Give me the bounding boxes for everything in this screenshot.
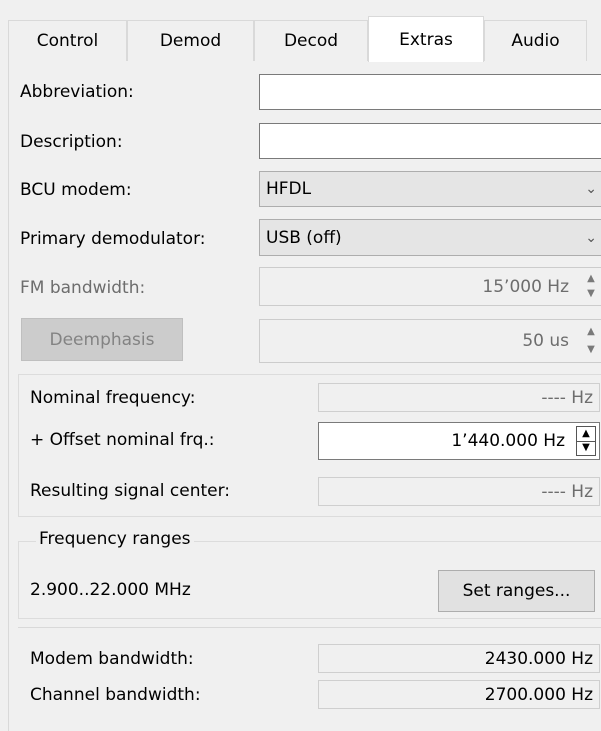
description-input[interactable]	[259, 123, 601, 159]
spin-up-down-icon[interactable]: ▲ ▼	[582, 323, 600, 359]
fm-bandwidth-spinbox[interactable]: 15’000 Hz ▲ ▼	[259, 267, 601, 306]
resulting-signal-field: ---- Hz	[318, 477, 600, 506]
deemphasis-value: 50 us	[522, 331, 569, 351]
frequency-range-text: 2.900..22.000 MHz	[30, 580, 191, 600]
channel-bandwidth-label: Channel bandwidth:	[30, 685, 201, 705]
fm-bandwidth-value: 15’000 Hz	[482, 276, 569, 297]
tab-audio[interactable]: Audio	[484, 20, 587, 61]
deemphasis-button[interactable]: Deemphasis	[21, 318, 183, 361]
primary-demod-select[interactable]: USB (off) ⌄	[259, 219, 601, 256]
tab-label: Audio	[511, 31, 560, 51]
primary-demod-value: USB (off)	[266, 227, 342, 248]
tab-label: Control	[36, 31, 99, 51]
modem-bandwidth-value: 2430.000 Hz	[484, 648, 593, 669]
spin-up-down-icon[interactable]: ▲ ▼	[582, 271, 600, 302]
channel-bandwidth-field: 2700.000 Hz	[318, 680, 600, 709]
resulting-signal-value: ---- Hz	[541, 481, 593, 502]
offset-value: 1’440.000 Hz	[451, 431, 565, 451]
tab-decod[interactable]: Decod	[254, 20, 368, 61]
bandwidth-separator	[18, 627, 601, 628]
bcu-modem-select[interactable]: HFDL ⌄	[259, 171, 601, 207]
description-label: Description:	[20, 132, 123, 152]
resulting-signal-label: Resulting signal center:	[30, 481, 231, 501]
tab-label: Extras	[399, 29, 453, 50]
primary-demod-label: Primary demodulator:	[20, 229, 206, 249]
chevron-down-icon: ⌄	[585, 181, 597, 197]
tab-control[interactable]: Control	[8, 20, 127, 61]
channel-bandwidth-value: 2700.000 Hz	[484, 684, 593, 705]
bcu-modem-value: HFDL	[266, 179, 312, 199]
frequency-ranges-title: Frequency ranges	[36, 529, 194, 549]
spin-up-down-icon[interactable]: ▲ ▼	[576, 426, 596, 456]
nominal-frequency-value: ---- Hz	[541, 387, 593, 408]
nominal-frequency-label: Nominal frequency:	[30, 388, 196, 408]
nominal-frequency-field: ---- Hz	[318, 383, 600, 412]
tab-label: Demod	[159, 31, 222, 51]
abbreviation-label: Abbreviation:	[20, 82, 134, 102]
set-ranges-button[interactable]: Set ranges...	[438, 570, 595, 612]
fm-bandwidth-label: FM bandwidth:	[20, 278, 146, 298]
chevron-down-icon: ⌄	[585, 229, 597, 246]
modem-bandwidth-label: Modem bandwidth:	[30, 649, 194, 669]
bcu-modem-label: BCU modem:	[20, 180, 132, 200]
deemphasis-spinbox[interactable]: 50 us ▲ ▼	[259, 319, 601, 363]
modem-bandwidth-field: 2430.000 Hz	[318, 644, 600, 673]
offset-spinbox[interactable]: 1’440.000 Hz ▲ ▼	[318, 422, 600, 460]
tab-label: Decod	[283, 31, 339, 51]
tab-extras[interactable]: Extras	[368, 16, 484, 62]
tab-demod[interactable]: Demod	[127, 20, 254, 61]
offset-label: + Offset nominal frq.:	[30, 430, 215, 450]
abbreviation-input[interactable]	[259, 74, 601, 110]
